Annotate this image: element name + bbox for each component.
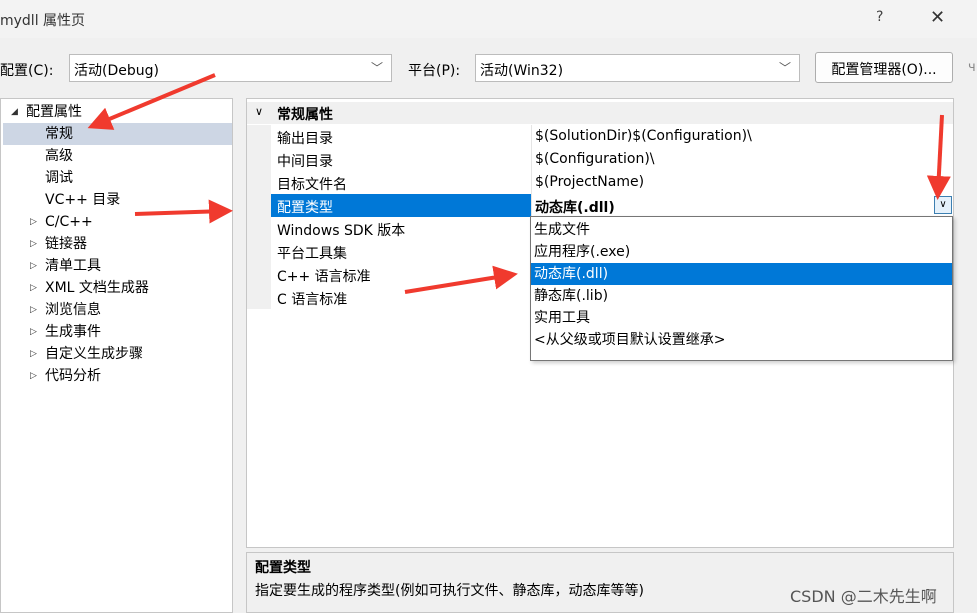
property-row-output-dir[interactable]: 输出目录 $(SolutionDir)$(Configuration)\ xyxy=(247,125,953,148)
tree-item-label: 自定义生成步骤 xyxy=(45,346,143,362)
tree-item-label: 代码分析 xyxy=(45,368,101,384)
property-name: 中间目录 xyxy=(277,154,333,170)
property-name: 平台工具集 xyxy=(277,246,347,262)
property-tree: ◢ 配置属性 常规 高级 调试 VC++ 目录 ▷ C/C++ ▷ 链接器 ▷ … xyxy=(0,98,233,613)
tree-item-label: 清单工具 xyxy=(45,258,101,274)
tree-item-debugging[interactable]: 调试 xyxy=(1,167,232,189)
tree-item-label: 生成事件 xyxy=(45,324,101,340)
configuration-type-dropdown: 生成文件 应用程序(.exe) 动态库(.dll) 静态库(.lib) 实用工具… xyxy=(530,216,953,361)
category-header[interactable]: ∨ 常规属性 xyxy=(247,102,953,124)
expand-icon[interactable]: ▷ xyxy=(30,343,37,365)
help-button[interactable]: ? xyxy=(876,9,883,25)
background-window-char: ч xyxy=(968,60,976,75)
tree-item-label: 链接器 xyxy=(45,236,87,252)
title-bar: mydll 属性页 ? ✕ xyxy=(0,0,977,38)
tree-item-label: 常规 xyxy=(45,126,73,142)
property-name: C 语言标准 xyxy=(277,292,348,308)
tree-item-label: VC++ 目录 xyxy=(45,192,121,208)
expand-icon[interactable]: ▷ xyxy=(30,277,37,299)
expand-icon[interactable]: ▷ xyxy=(30,365,37,387)
tree-item-label: 浏览信息 xyxy=(45,302,101,318)
property-value[interactable]: $(SolutionDir)$(Configuration)\ xyxy=(535,128,752,144)
description-text: 指定要生成的程序类型(例如可执行文件、静态库，动态库等等) xyxy=(255,583,644,599)
property-row-intermediate-dir[interactable]: 中间目录 $(Configuration)\ xyxy=(247,148,953,171)
chevron-down-icon: ∨ xyxy=(939,199,947,210)
watermark: CSDN @二木先生啊 xyxy=(790,587,937,606)
tree-item-config-properties[interactable]: ◢ 配置属性 xyxy=(1,101,232,123)
dropdown-option-utility[interactable]: 实用工具 xyxy=(531,307,952,329)
tree-item-code-analysis[interactable]: ▷ 代码分析 xyxy=(1,365,232,387)
config-combo-value: 活动(Debug) xyxy=(74,63,159,79)
property-name: 输出目录 xyxy=(277,131,333,147)
tree-item-label: XML 文档生成器 xyxy=(45,280,149,296)
property-name: Windows SDK 版本 xyxy=(277,223,406,239)
dropdown-option-lib[interactable]: 静态库(.lib) xyxy=(531,285,952,307)
property-value[interactable]: $(Configuration)\ xyxy=(535,151,655,167)
tree-item-manifest-tool[interactable]: ▷ 清单工具 xyxy=(1,255,232,277)
property-row-target-name[interactable]: 目标文件名 $(ProjectName) xyxy=(247,171,953,194)
platform-combo[interactable]: 活动(Win32) ﹀ xyxy=(475,54,800,82)
close-icon[interactable]: ✕ xyxy=(930,7,945,28)
property-name: 目标文件名 xyxy=(277,177,347,193)
description-heading: 配置类型 xyxy=(255,560,311,576)
config-label: 配置(C): xyxy=(0,63,54,79)
tree-item-label: 高级 xyxy=(45,148,73,164)
config-manager-button[interactable]: 配置管理器(O)... xyxy=(815,52,953,83)
tree-item-browse-info[interactable]: ▷ 浏览信息 xyxy=(1,299,232,321)
category-label: 常规属性 xyxy=(277,107,333,123)
tree-item-vc-directories[interactable]: VC++ 目录 xyxy=(1,189,232,211)
config-combo[interactable]: 活动(Debug) ﹀ xyxy=(69,54,392,82)
window-title: mydll 属性页 xyxy=(0,13,86,29)
expand-icon[interactable]: ▷ xyxy=(30,233,37,255)
tree-item-custom-build-step[interactable]: ▷ 自定义生成步骤 xyxy=(1,343,232,365)
dropdown-option-inherit[interactable]: <从父级或项目默认设置继承> xyxy=(531,329,952,351)
collapse-icon[interactable]: ◢ xyxy=(11,101,18,123)
chevron-down-icon: ﹀ xyxy=(370,61,383,75)
tree-item-c-cpp[interactable]: ▷ C/C++ xyxy=(1,211,232,233)
expand-icon[interactable]: ▷ xyxy=(30,211,37,233)
tree-item-advanced[interactable]: 高级 xyxy=(1,145,232,167)
tree-item-label: C/C++ xyxy=(45,214,93,230)
tree-item-label: 配置属性 xyxy=(26,104,82,120)
chevron-down-icon: ﹀ xyxy=(778,61,791,75)
collapse-icon[interactable]: ∨ xyxy=(255,105,263,118)
dropdown-option-makefile[interactable]: 生成文件 xyxy=(531,219,952,241)
tree-item-xml-doc-generator[interactable]: ▷ XML 文档生成器 xyxy=(1,277,232,299)
tree-item-build-events[interactable]: ▷ 生成事件 xyxy=(1,321,232,343)
platform-combo-value: 活动(Win32) xyxy=(480,63,564,79)
dropdown-toggle-button[interactable]: ∨ xyxy=(934,196,952,214)
property-value[interactable]: $(ProjectName) xyxy=(535,174,644,190)
dropdown-option-dll[interactable]: 动态库(.dll) xyxy=(531,263,952,285)
tree-item-linker[interactable]: ▷ 链接器 xyxy=(1,233,232,255)
property-name: 配置类型 xyxy=(277,200,333,216)
property-row-configuration-type[interactable]: 配置类型 动态库(.dll) ∨ xyxy=(247,194,953,217)
property-value[interactable]: 动态库(.dll) xyxy=(535,197,615,217)
expand-icon[interactable]: ▷ xyxy=(30,321,37,343)
dropdown-option-exe[interactable]: 应用程序(.exe) xyxy=(531,241,952,263)
expand-icon[interactable]: ▷ xyxy=(30,299,37,321)
tree-item-general[interactable]: 常规 xyxy=(3,123,232,145)
property-name: C++ 语言标准 xyxy=(277,269,371,285)
tree-item-label: 调试 xyxy=(45,170,73,186)
platform-label: 平台(P): xyxy=(408,63,461,79)
expand-icon[interactable]: ▷ xyxy=(30,255,37,277)
